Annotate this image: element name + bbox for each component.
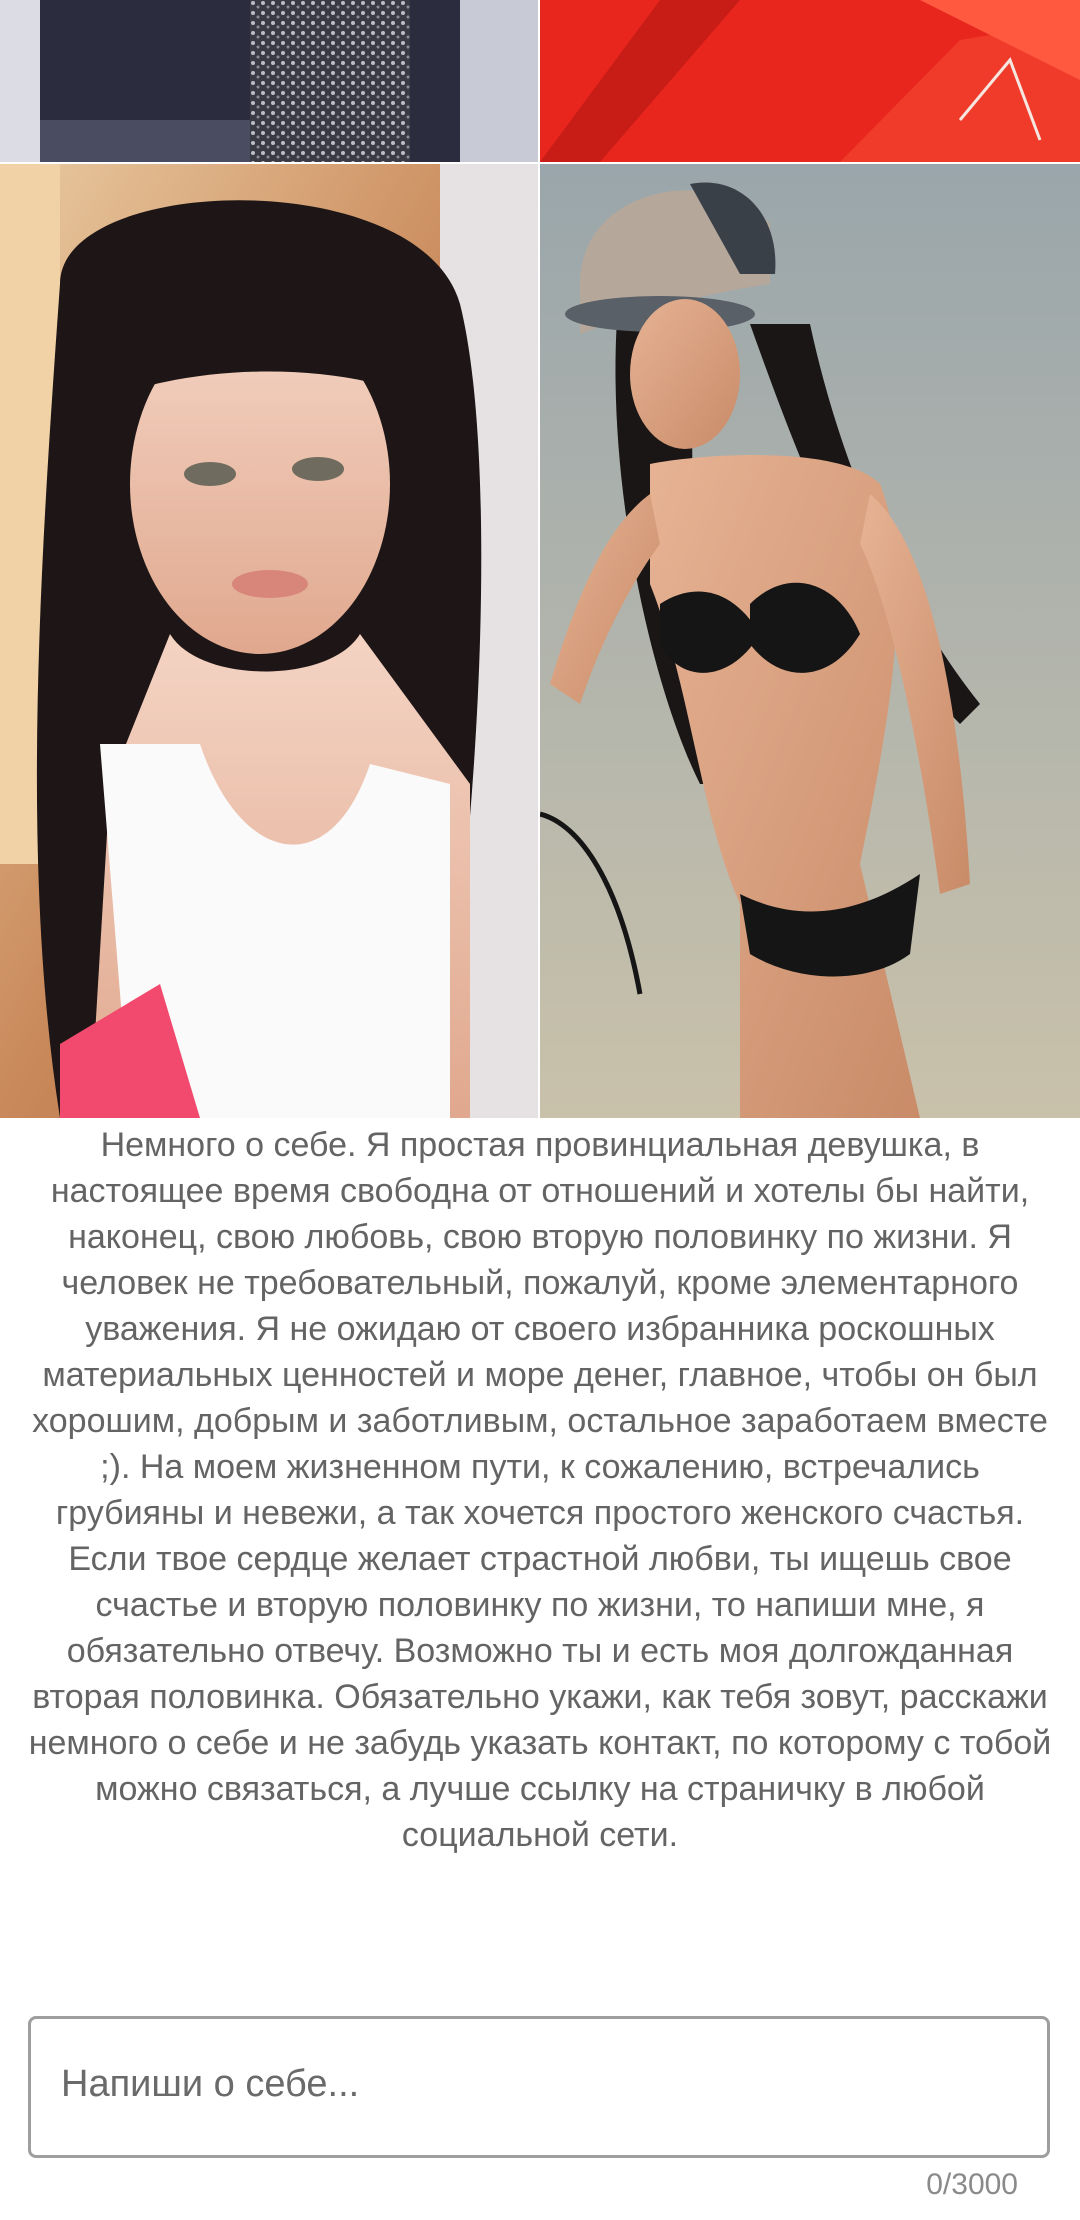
char-counter: 0/3000 [926, 2168, 1018, 2201]
bio-text: Немного о себе. Я простая провинциальная… [26, 1122, 1054, 1858]
photo-mid-left[interactable] [0, 164, 538, 1118]
photo-top-right[interactable] [540, 0, 1080, 162]
bio-paragraph-2: Если твое сердце желает страстной любви,… [28, 1540, 1052, 1854]
bio-paragraph-1: Немного о себе. Я простая провинциальная… [32, 1126, 1048, 1532]
photo-top-left[interactable] [0, 0, 538, 162]
about-me-input[interactable] [61, 2063, 1011, 2123]
photo-mid-right[interactable] [540, 164, 1080, 1118]
message-input-container[interactable] [28, 2016, 1050, 2158]
